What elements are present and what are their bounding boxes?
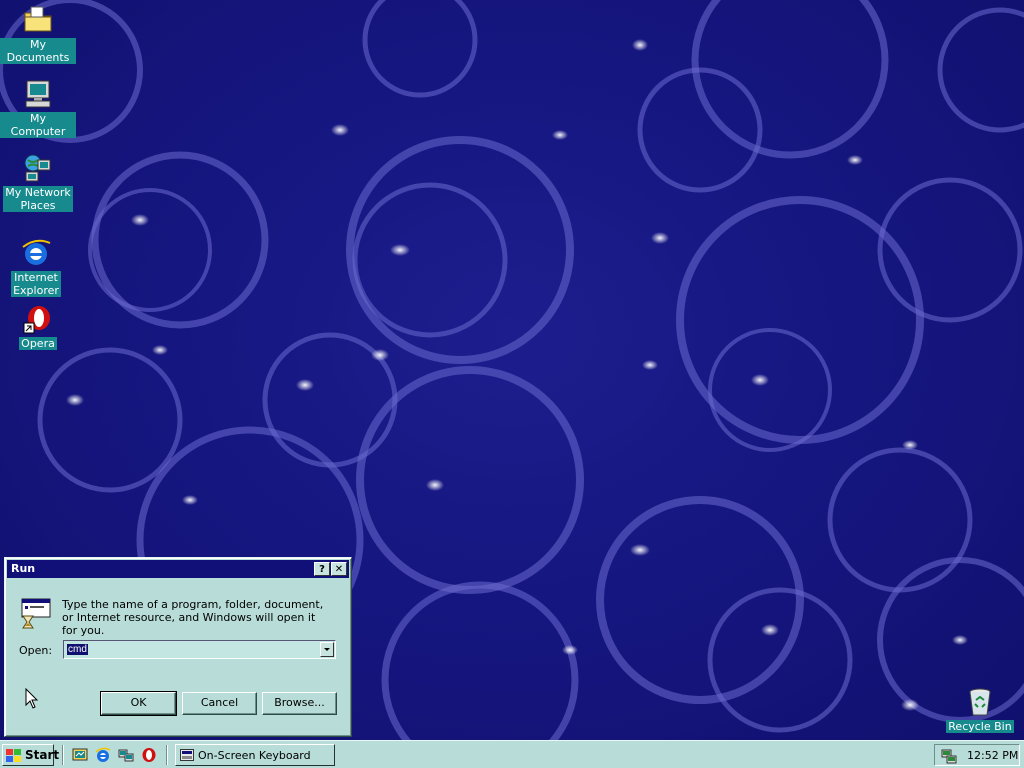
desktop-icon-label: Internet Explorer <box>11 271 61 297</box>
keyboard-icon <box>180 749 194 761</box>
window-title: Run <box>11 562 36 575</box>
taskbar: Start On-Screen Keyboard 12:52 PM <box>0 740 1024 768</box>
task-label: On-Screen Keyboard <box>198 749 311 762</box>
open-combobox[interactable]: cmd <box>63 640 336 659</box>
recycle-bin-icon <box>969 688 991 716</box>
dialog-description: Type the name of a program, folder, docu… <box>62 598 324 637</box>
mouse-cursor-icon <box>25 688 39 709</box>
dropdown-arrow-button[interactable] <box>320 642 334 657</box>
desktop-icon-my-network-places[interactable]: My Network Places <box>0 152 76 212</box>
desktop-icon-my-documents[interactable]: My Documents <box>0 4 76 64</box>
desktop-icon-opera[interactable]: Opera <box>0 303 76 350</box>
network-status-icon[interactable] <box>941 748 957 764</box>
start-label: Start <box>25 748 60 762</box>
taskbar-separator <box>166 745 168 765</box>
help-button[interactable]: ? <box>314 562 330 576</box>
desktop-icon-recycle-bin[interactable]: Recycle Bin <box>942 686 1018 733</box>
open-label: Open: <box>19 644 53 657</box>
clock[interactable]: 12:52 PM <box>967 749 1018 762</box>
run-program-icon <box>21 598 51 629</box>
desktop-icon-label: My Computer <box>0 112 76 138</box>
desktop-icon-internet-explorer[interactable]: Internet Explorer <box>0 237 74 297</box>
open-input[interactable] <box>65 642 322 657</box>
computer-icon <box>25 80 51 108</box>
ie-icon <box>22 239 51 265</box>
cancel-button[interactable]: Cancel <box>182 692 257 715</box>
desktop-icon-label: Recycle Bin <box>946 720 1014 733</box>
folder-icon <box>24 6 52 32</box>
taskbar-button-on-screen-keyboard[interactable]: On-Screen Keyboard <box>175 744 335 766</box>
ok-button[interactable]: OK <box>100 691 177 716</box>
start-button[interactable]: Start <box>2 744 59 766</box>
opera-icon[interactable] <box>141 747 157 763</box>
title-bar[interactable]: Run ? ✕ <box>7 560 349 578</box>
close-button[interactable]: ✕ <box>331 562 347 576</box>
browse-button[interactable]: Browse... <box>262 692 337 715</box>
taskbar-separator <box>62 745 64 765</box>
windows-logo-icon <box>6 749 21 762</box>
run-dialog: Run ? ✕ Type the name of a program, fold… <box>4 557 352 737</box>
network-icon <box>24 154 51 182</box>
show-desktop-icon[interactable] <box>72 747 88 763</box>
desktop-icon-label: My Network Places <box>3 186 73 212</box>
network-tray-icon[interactable] <box>118 747 134 763</box>
system-tray: 12:52 PM <box>934 744 1020 766</box>
desktop-icon-my-computer[interactable]: My Computer <box>0 78 76 138</box>
desktop-icon-label: My Documents <box>0 38 76 64</box>
ie-icon[interactable] <box>95 747 111 763</box>
desktop-icon-label: Opera <box>19 337 57 350</box>
opera-icon <box>23 306 50 334</box>
